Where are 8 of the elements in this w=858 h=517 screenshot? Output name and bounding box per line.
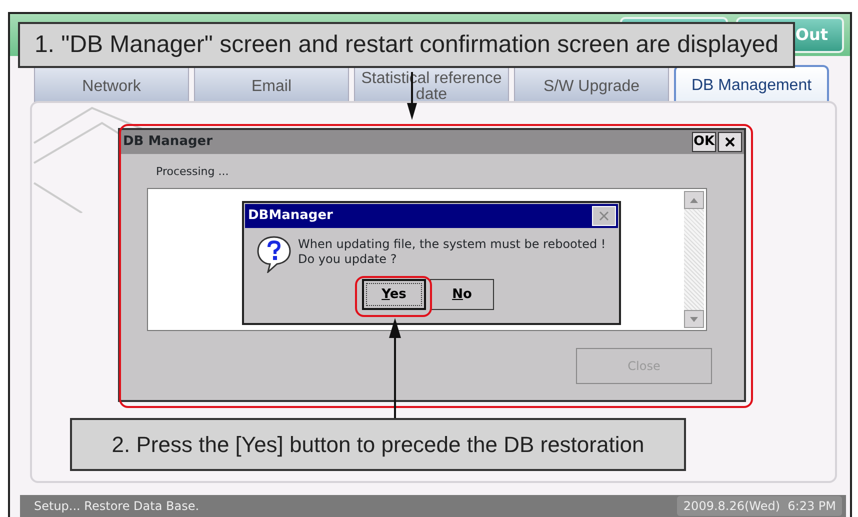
dialog-title: DBManager bbox=[248, 207, 334, 226]
callout-tooltip: 2. Press the [Yes] button to precede the DB restoration bbox=[70, 418, 686, 471]
window-title: DB Manager bbox=[123, 133, 214, 152]
status-message: Setup... Restore Data Base. bbox=[34, 498, 200, 516]
status-datetime: 2009.8.26(Wed) 6:23 PM bbox=[677, 496, 842, 516]
callout-tooltip: 1. "DB Manager" screen and restart confirmation screen are displayed bbox=[18, 22, 795, 68]
processing-label: Processing ... bbox=[156, 164, 230, 180]
dialog-message: When updating file, the system must be rebooted ! Do you update ? bbox=[298, 237, 607, 267]
